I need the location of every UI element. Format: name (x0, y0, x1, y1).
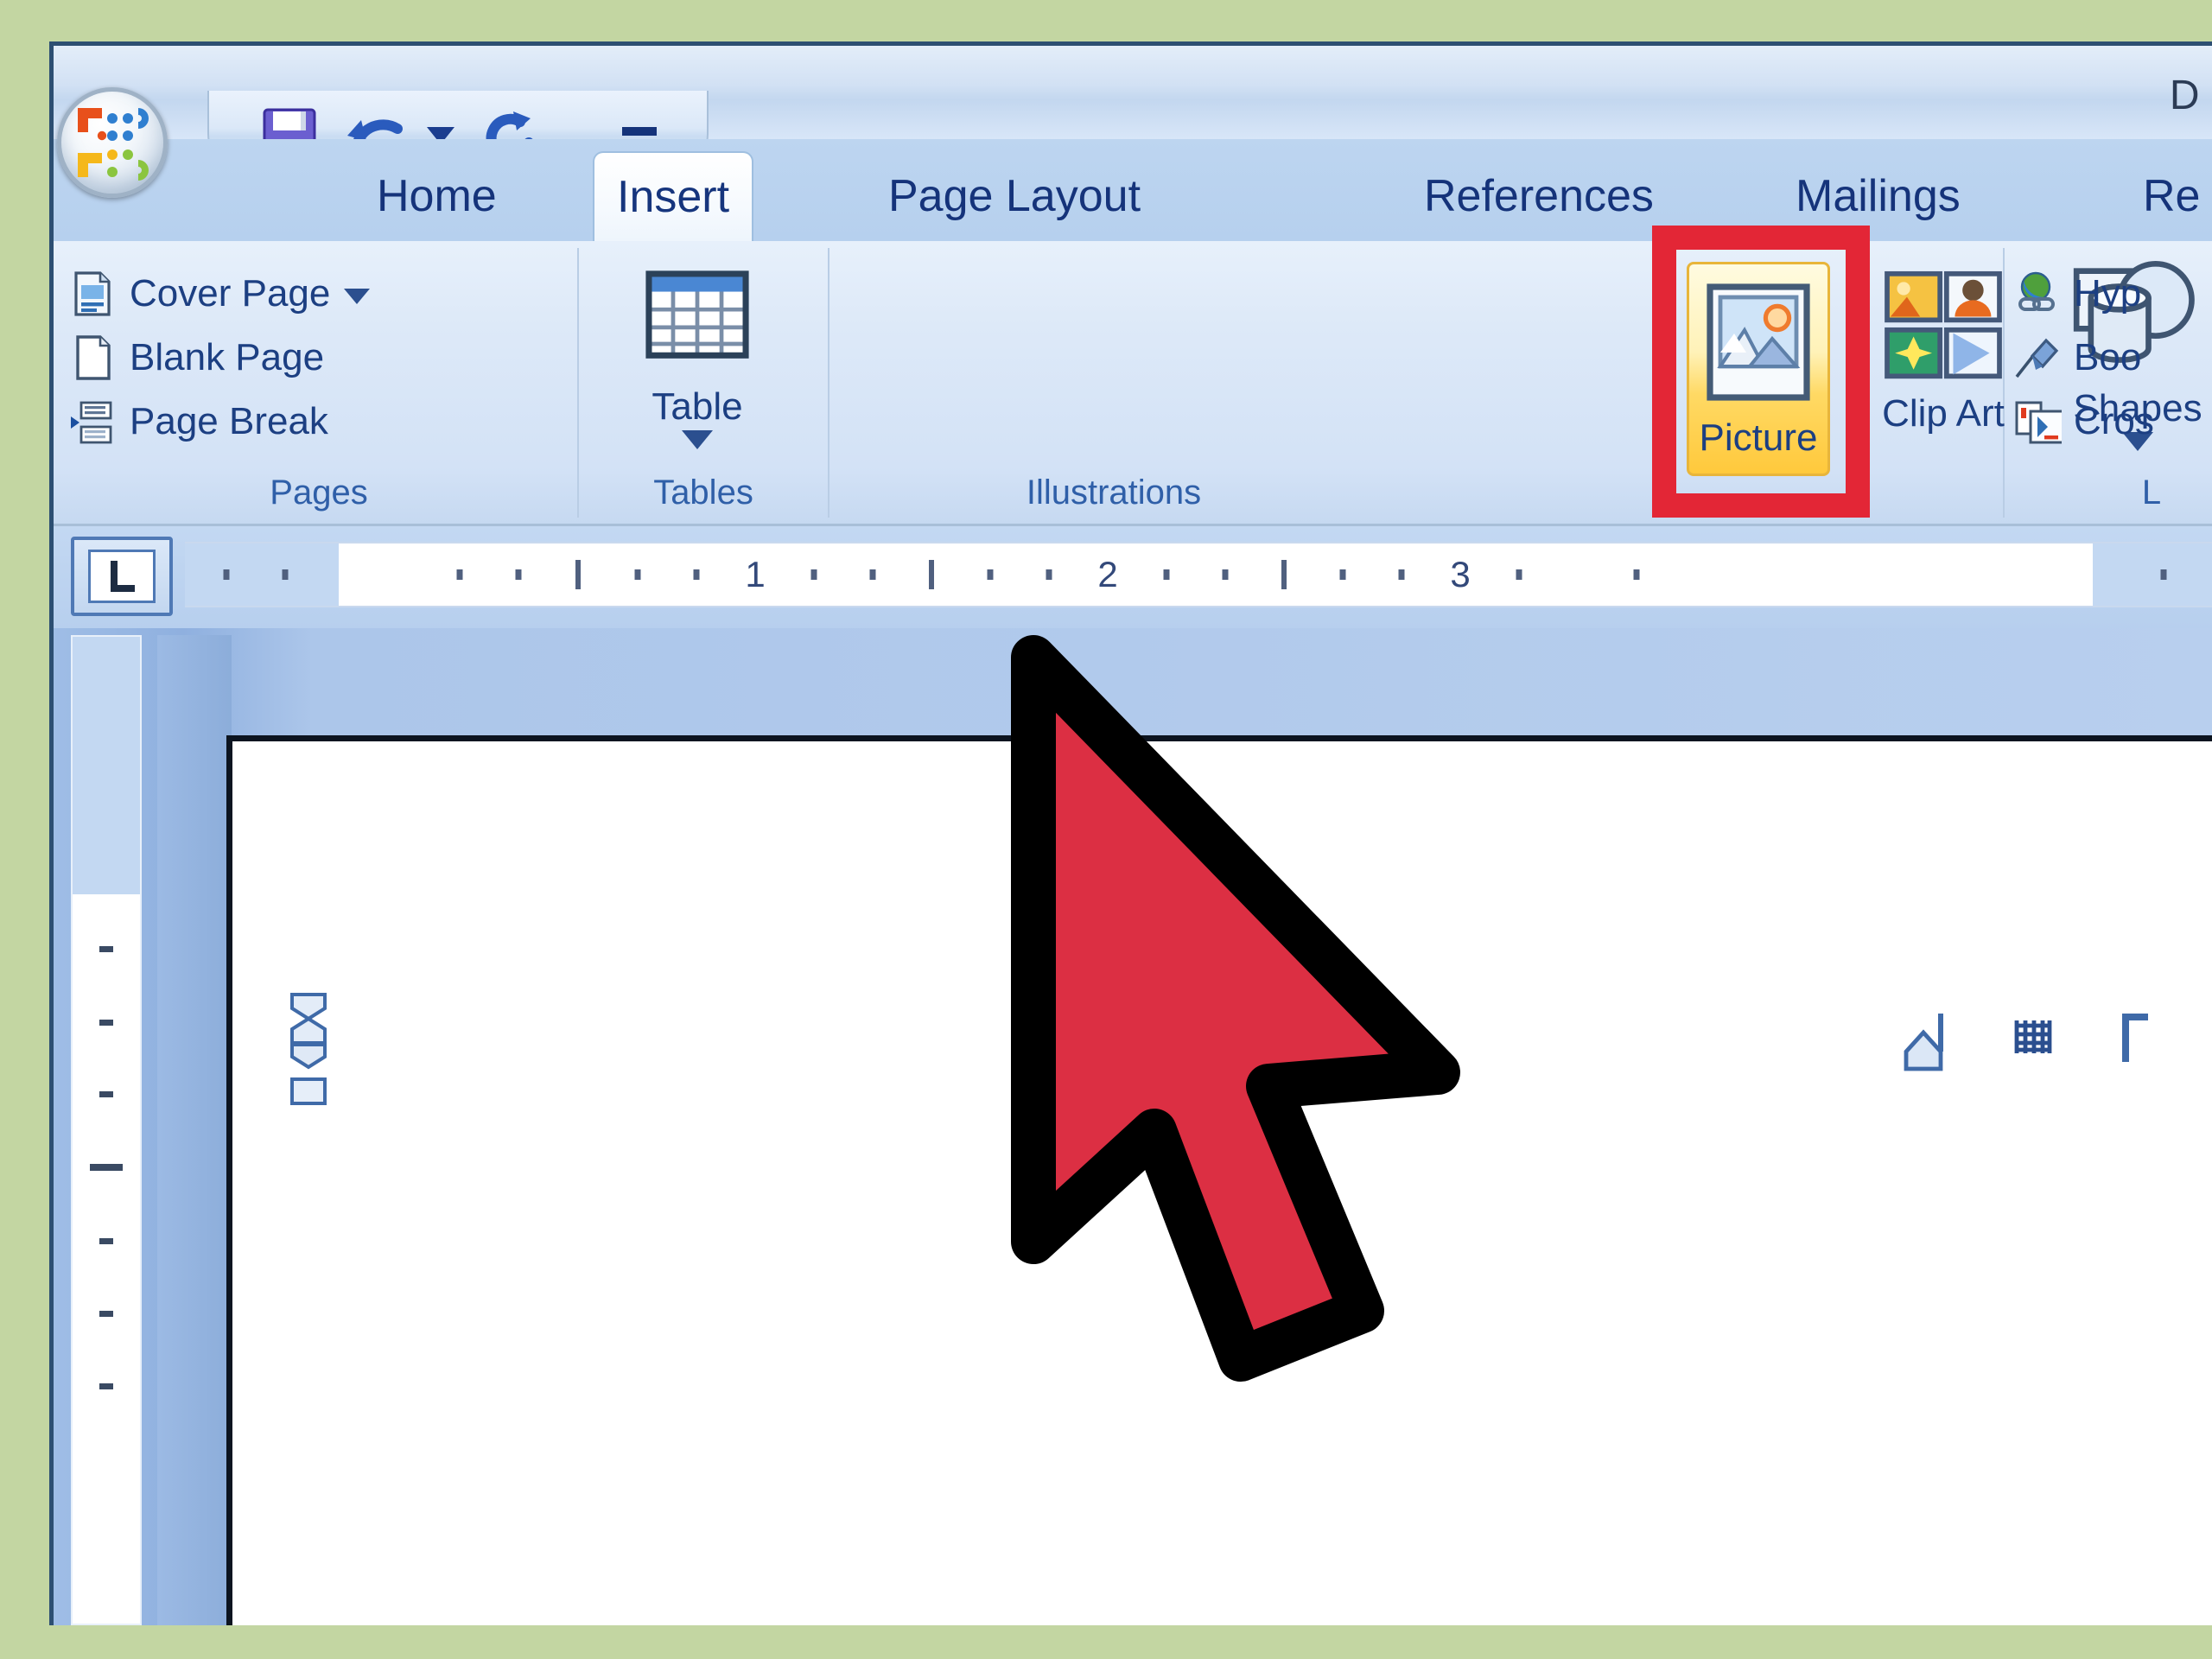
page-break-button[interactable]: Page Break (60, 390, 577, 454)
ruler-tick (99, 946, 113, 952)
cover-page-button[interactable]: Cover Page (60, 262, 577, 326)
clip-art-label: Clip Art (1882, 392, 2005, 435)
blank-page-label: Blank Page (130, 336, 325, 378)
tab-review[interactable]: Re (2120, 151, 2212, 241)
ruler-tick (99, 1020, 113, 1026)
ribbon-group-illustrations: Picture Clip Art Shapes Illustrations (830, 226, 2202, 518)
ruler-tick (1163, 569, 1170, 580)
ribbon: Cover Page Blank Page Page Break Pages T… (54, 226, 2212, 526)
ruler-tick (693, 569, 700, 580)
bookmark-icon (2013, 334, 2062, 382)
hyperlink-button[interactable]: Hyp (2005, 262, 2212, 326)
ruler-tick (2160, 569, 2167, 580)
tab-mailings[interactable]: Mailings (1773, 151, 1983, 241)
table-button[interactable]: Table (632, 255, 762, 455)
cross-reference-button[interactable]: Cros (2005, 390, 2212, 454)
first-line-indent-marker[interactable] (289, 993, 328, 1046)
right-margin-zone (2093, 543, 2212, 606)
tab-insert[interactable]: Insert (593, 151, 754, 241)
cross-reference-label: Cros (2074, 400, 2154, 442)
picture-button[interactable]: Picture (1687, 262, 1830, 476)
group-label-illustrations: Illustrations (1026, 474, 1202, 512)
chevron-down-icon[interactable] (680, 429, 715, 455)
ruler-tick (1339, 569, 1346, 580)
hyperlink-label: Hyp (2074, 272, 2142, 315)
ruler-band: 1 2 3 (54, 526, 2212, 1105)
ruler-tick (575, 560, 581, 589)
cover-page-icon (69, 270, 118, 318)
page-break-label: Page Break (130, 400, 328, 442)
ruler-tick (1633, 569, 1640, 580)
ruler-tick (99, 1383, 113, 1389)
ruler-tick (810, 569, 817, 580)
bookmark-button[interactable]: Boo (2005, 326, 2212, 390)
page-break-icon (69, 397, 118, 446)
window-title: D (2169, 73, 2200, 118)
horizontal-ruler[interactable]: 1 2 3 (185, 542, 2212, 607)
vertical-top-margin-zone (73, 637, 140, 894)
ruler-tick (987, 569, 994, 580)
left-indent-marker[interactable] (289, 1041, 328, 1107)
tab-stop-selector[interactable] (71, 537, 173, 616)
right-margin-marker (2119, 1007, 2157, 1067)
ruler-tick (634, 569, 641, 580)
document-page[interactable] (226, 735, 2212, 1625)
clip-art-button[interactable]: Clip Art (1878, 262, 2008, 434)
ruler-tick (1281, 560, 1287, 589)
table-grid-icon (643, 255, 752, 385)
cross-reference-icon (2013, 397, 2065, 446)
ruler-tick (1398, 569, 1405, 580)
vertical-ruler-scale (73, 894, 140, 1624)
clip-art-icon (1883, 262, 2004, 391)
ribbon-tab-strip: Home Insert Page Layout References Maili… (54, 139, 2212, 241)
ruler-tick (869, 569, 876, 580)
bookmark-label: Boo (2074, 336, 2142, 378)
ruler-tick (223, 569, 230, 580)
left-margin-zone (185, 543, 339, 606)
group-label-links: L (2141, 474, 2162, 512)
ruler-tick (90, 1164, 123, 1171)
group-label-pages: Pages (270, 474, 368, 512)
ruler-tick (929, 560, 934, 589)
ruler-tick (1046, 569, 1052, 580)
cover-page-label: Cover Page (130, 272, 331, 315)
blank-page-icon (69, 334, 118, 382)
document-workspace (54, 628, 2212, 1625)
picture-label: Picture (1699, 416, 1818, 459)
hyperlink-globe-icon (2013, 270, 2062, 318)
tab-home[interactable]: Home (354, 151, 519, 241)
ruler-tick (99, 1091, 113, 1097)
ribbon-group-pages: Cover Page Blank Page Page Break Pages (60, 248, 579, 518)
ruler-tick (99, 1238, 113, 1244)
ruler-tick (282, 569, 289, 580)
picture-icon (1703, 273, 1814, 411)
tab-page-layout[interactable]: Page Layout (866, 151, 1163, 241)
gridlines-icon[interactable] (2008, 1012, 2058, 1062)
ruler-tick (1222, 569, 1229, 580)
blank-page-button[interactable]: Blank Page (60, 326, 577, 390)
ruler-number: 2 (1097, 554, 1118, 594)
vertical-ruler[interactable] (71, 635, 142, 1625)
table-label: Table (652, 385, 743, 428)
page-left-shadow (157, 635, 232, 1625)
ruler-tick (515, 569, 522, 580)
group-label-tables: Tables (653, 474, 753, 512)
chevron-down-icon[interactable] (342, 272, 372, 315)
ruler-tick (99, 1311, 113, 1317)
word-application-window: D Home Insert Page Layout References Mai… (49, 41, 2212, 1625)
ruler-tick (1516, 569, 1522, 580)
ruler-number: 1 (745, 554, 766, 594)
right-indent-marker[interactable] (1899, 1007, 1948, 1072)
tab-references[interactable]: References (1402, 151, 1676, 241)
ruler-number: 3 (1450, 554, 1471, 594)
ribbon-group-links: Hyp Boo Cros L (2005, 248, 2212, 518)
ruler-tick (456, 569, 463, 580)
office-orb-icon[interactable] (57, 87, 168, 198)
ribbon-group-tables: Table Tables (579, 248, 830, 518)
